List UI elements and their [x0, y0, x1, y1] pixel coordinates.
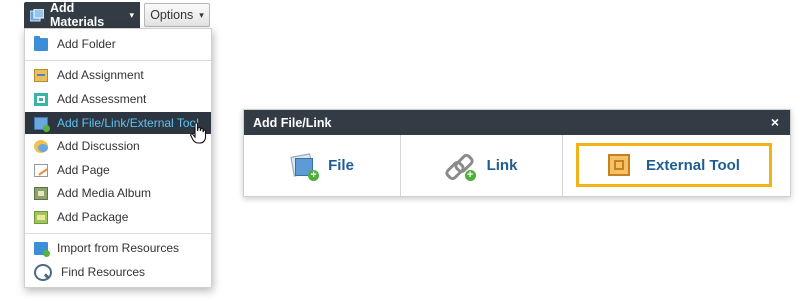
menu-item-add-discussion[interactable]: Add Discussion [25, 135, 211, 157]
menu-item-label: Add Assignment [57, 68, 144, 82]
add-materials-menu: Add Folder Add Assignment Add Assessment… [24, 28, 212, 288]
menu-item-import-from-resources[interactable]: Import from Resources [25, 237, 211, 259]
menu-item-label: Import from Resources [57, 241, 180, 255]
materials-toolbar: Add Materials ▾ Options ▾ [24, 1, 210, 29]
menu-item-label: Add File/Link/External Tool [57, 116, 199, 130]
chevron-down-icon: ▾ [129, 9, 134, 20]
page-icon [34, 163, 48, 177]
external-tool-icon [608, 154, 632, 176]
menu-item-label: Add Page [57, 163, 110, 177]
file-upload-icon: + [290, 152, 320, 181]
menu-item-label: Add Folder [57, 37, 116, 51]
add-materials-label: Add Materials [50, 1, 105, 29]
menu-item-add-package[interactable]: Add Package [25, 206, 211, 228]
menu-item-add-assessment[interactable]: Add Assessment [25, 88, 211, 110]
link-option-button[interactable]: + Link [401, 135, 561, 196]
dialog-body: + File + Link External Tool [244, 135, 790, 196]
menu-item-add-page[interactable]: Add Page [25, 159, 211, 181]
external-tool-option-label: External Tool [646, 156, 740, 174]
menu-item-label: Find Resources [61, 265, 146, 279]
menu-item-label: Add Package [57, 210, 129, 224]
option-divider [562, 135, 563, 196]
menu-divider [25, 233, 211, 234]
discussion-icon [34, 139, 48, 153]
options-label: Options [150, 8, 194, 22]
menu-divider [25, 60, 211, 61]
add-file-link-dialog: Add File/Link × + File + Link External T… [243, 109, 791, 197]
file-link-icon [34, 116, 50, 132]
menu-item-add-media-album[interactable]: Add Media Album [25, 182, 211, 204]
options-button[interactable]: Options ▾ [144, 3, 210, 27]
add-materials-icon [29, 8, 45, 22]
assessment-icon [34, 92, 48, 106]
file-option-button[interactable]: + File [244, 135, 400, 196]
menu-item-label: Add Media Album [57, 186, 152, 200]
dialog-header: Add File/Link × [244, 110, 790, 135]
link-icon: + [442, 151, 476, 182]
menu-item-find-resources[interactable]: Find Resources [25, 261, 211, 283]
link-option-label: Link [486, 157, 518, 174]
import-icon [34, 241, 50, 257]
package-icon [34, 210, 48, 224]
file-option-label: File [328, 157, 354, 174]
assignment-icon [34, 68, 48, 82]
dialog-title: Add File/Link [253, 115, 332, 130]
menu-item-add-file-link[interactable]: Add File/Link/External Tool [25, 112, 211, 134]
menu-item-add-folder[interactable]: Add Folder [25, 33, 211, 55]
close-icon[interactable]: × [771, 114, 779, 130]
search-icon [34, 263, 52, 281]
chevron-down-icon: ▾ [199, 9, 204, 20]
hand-cursor-icon [190, 122, 207, 144]
menu-item-label: Add Discussion [57, 139, 140, 153]
folder-icon [34, 35, 48, 51]
menu-item-add-assignment[interactable]: Add Assignment [25, 64, 211, 86]
add-materials-button[interactable]: Add Materials ▾ [24, 1, 140, 29]
external-tool-option-button[interactable]: External Tool [576, 143, 772, 187]
menu-item-label: Add Assessment [57, 92, 147, 106]
media-album-icon [34, 186, 48, 200]
